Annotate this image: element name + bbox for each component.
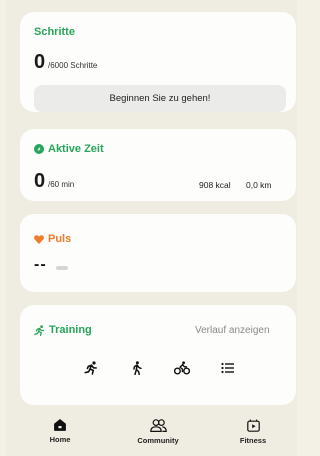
app-screen: Schritte 0 /6000 Schritte Beginnen Sie z… bbox=[6, 0, 297, 456]
training-card: Training Verlauf anzeigen bbox=[20, 305, 296, 405]
start-walking-label: Beginnen Sie zu gehen! bbox=[109, 93, 211, 104]
home-icon bbox=[54, 419, 66, 431]
nav-community-label: Community bbox=[137, 436, 179, 445]
training-title: Training bbox=[34, 324, 92, 336]
steps-title: Schritte bbox=[34, 26, 75, 38]
kcal-value: 908 kcal bbox=[199, 180, 231, 190]
start-walking-button[interactable]: Beginnen Sie zu gehen! bbox=[34, 85, 286, 112]
nav-home[interactable]: Home bbox=[25, 419, 95, 444]
nav-community[interactable]: Community bbox=[123, 419, 193, 445]
training-label: Training bbox=[49, 324, 92, 336]
pulse-title: Puls bbox=[34, 233, 71, 245]
pulse-label: Puls bbox=[48, 233, 72, 245]
nav-home-label: Home bbox=[49, 435, 71, 444]
training-icon bbox=[34, 324, 45, 336]
active-time-title: Aktive Zeit bbox=[34, 143, 104, 155]
pulse-card[interactable]: Puls -- bbox=[20, 214, 296, 292]
bottom-nav: Home Community Fitness bbox=[6, 405, 297, 456]
active-time-icon bbox=[34, 144, 44, 154]
active-time-value: 0 bbox=[34, 170, 46, 192]
heart-icon bbox=[34, 234, 44, 244]
distance-value: 0,0 km bbox=[246, 180, 272, 190]
cycling-icon[interactable] bbox=[170, 356, 194, 380]
pulse-value: -- bbox=[34, 256, 47, 273]
nav-fitness-label: Fitness bbox=[239, 436, 267, 445]
list-icon[interactable] bbox=[216, 356, 240, 380]
community-icon bbox=[149, 419, 167, 432]
fitness-icon bbox=[246, 419, 260, 432]
active-time-card[interactable]: Aktive Zeit 0 /60 min 908 kcal 0,0 km bbox=[20, 129, 296, 201]
active-time-label: Aktive Zeit bbox=[48, 143, 104, 155]
active-time-goal: /60 min bbox=[48, 180, 75, 189]
pulse-unit-placeholder bbox=[56, 266, 68, 270]
view-history-link[interactable]: Verlauf anzeigen bbox=[195, 325, 270, 336]
running-icon[interactable] bbox=[79, 356, 103, 380]
steps-card[interactable]: Schritte 0 /6000 Schritte Beginnen Sie z… bbox=[20, 12, 296, 112]
walking-icon[interactable] bbox=[125, 356, 149, 380]
nav-fitness[interactable]: Fitness bbox=[218, 419, 288, 445]
steps-goal: /6000 Schritte bbox=[48, 61, 98, 70]
steps-value: 0 bbox=[34, 51, 46, 73]
